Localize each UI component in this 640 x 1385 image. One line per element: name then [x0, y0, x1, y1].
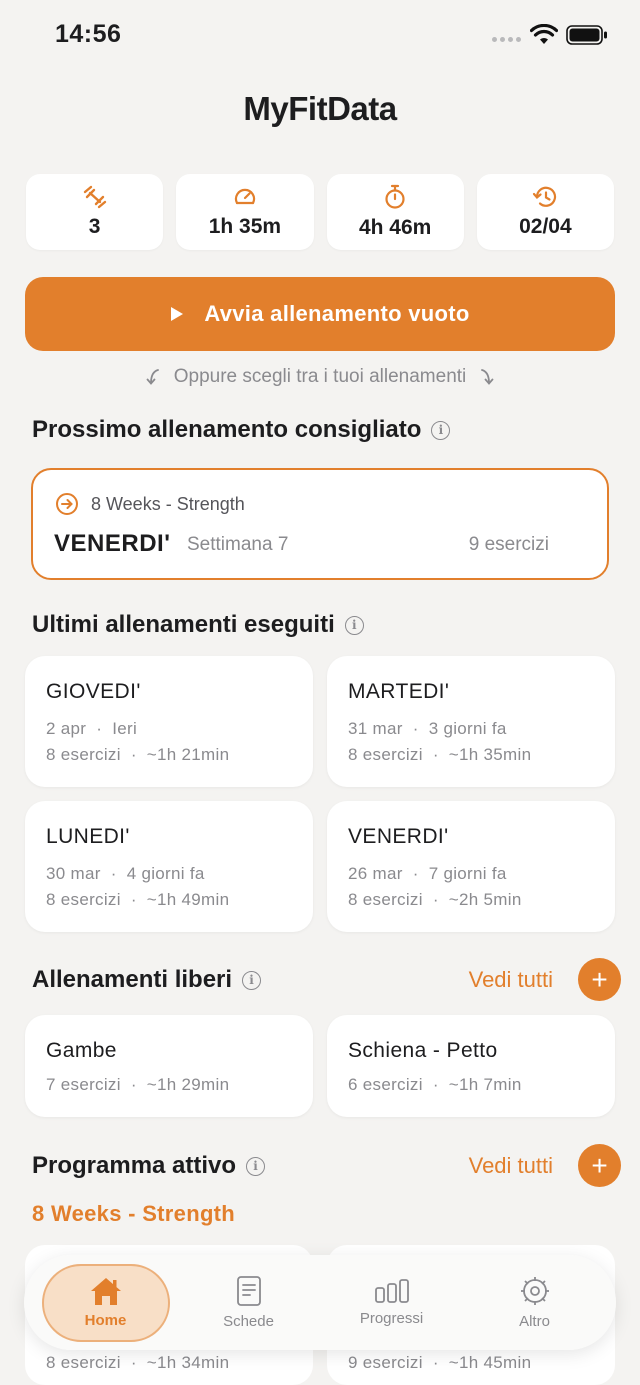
recent-workout-card[interactable]: LUNEDI' 30 mar · 4 giorni fa 8 esercizi · ~1… [25, 801, 313, 932]
document-icon [236, 1276, 261, 1306]
next-workout-program: 8 Weeks - Strength [55, 492, 245, 516]
next-workout-day: VENERDI' [54, 530, 171, 557]
workout-date-line: 30 mar · 4 giorni fa [46, 864, 205, 883]
workout-title: LUNEDI' [46, 825, 130, 848]
workout-date-line: 26 mar · 7 giorni fa [348, 864, 507, 883]
stat-value: 1h 35m [208, 215, 282, 238]
free-workouts-section-title: Allenamenti liberi i [32, 966, 262, 994]
stat-total-time: 4h 46m [326, 174, 464, 250]
free-workout-card[interactable]: Schiena - Petto 6 esercizi · ~1h 7min [327, 1015, 615, 1117]
tab-label: Altro [519, 1313, 550, 1330]
stat-last-workout: 02/04 [476, 174, 614, 250]
tab-bar: Home Schede Progressi Altro [24, 1255, 616, 1350]
info-icon[interactable]: i [431, 420, 451, 440]
tab-altro[interactable]: Altro [471, 1264, 599, 1342]
stats-row: 3 1h 35m 4h 46m 02/04 [26, 174, 614, 250]
home-icon [90, 1278, 121, 1305]
history-icon [533, 186, 557, 207]
workout-meta-line: 8 esercizi · ~1h 49min [46, 890, 230, 909]
stat-workouts-count: 3 [26, 174, 164, 250]
workout-title: GIOVEDI' [46, 680, 141, 703]
choose-hint: Oppure scegli tra i tuoi allenamenti [0, 366, 640, 388]
start-empty-workout-button[interactable]: Avvia allenamento vuoto [25, 277, 615, 351]
recent-workout-card[interactable]: GIOVEDI' 2 apr · Ieri 8 esercizi · ~1h 21min [25, 656, 313, 787]
arrow-down-left-icon [146, 369, 159, 385]
workout-meta-line: 7 esercizi · ~1h 29min [46, 1075, 230, 1094]
stat-value: 02/04 [519, 215, 572, 238]
status-bar: 14:56 [0, 0, 640, 70]
active-program-name[interactable]: 8 Weeks - Strength [32, 1201, 235, 1227]
speedometer-icon [234, 188, 255, 205]
workout-meta-line: 8 esercizi · ~2h 5min [348, 890, 522, 909]
hint-text: Oppure scegli tra i tuoi allenamenti [173, 366, 467, 387]
next-workout-section-title: Prossimo allenamento consigliato i [32, 416, 451, 444]
app-title: MyFitData [243, 90, 397, 127]
play-icon [171, 307, 184, 321]
tab-label: Home [84, 1312, 127, 1329]
workout-meta-line: 8 esercizi · ~1h 35min [348, 745, 532, 764]
workout-meta-line: 8 esercizi · ~1h 34min [46, 1353, 230, 1372]
workout-date-line: 2 apr · Ieri [46, 719, 138, 738]
arrow-down-right-icon [481, 369, 494, 385]
recent-workout-card[interactable]: MARTEDI' 31 mar · 3 giorni fa 8 esercizi · ~… [327, 656, 615, 787]
workout-date-line: 31 mar · 3 giorni fa [348, 719, 507, 738]
workout-meta-line: 8 esercizi · ~1h 21min [46, 745, 230, 764]
stat-avg-duration: 1h 35m [176, 174, 314, 250]
next-workout-exercises: 9 esercizi [468, 534, 549, 555]
workout-title: VENERDI' [348, 825, 449, 848]
workout-title: Gambe [46, 1039, 117, 1062]
active-program-section-title: Programma attivo i [32, 1152, 266, 1180]
tab-label: Schede [223, 1313, 274, 1330]
free-workouts-see-all-link[interactable]: Vedi tutti [469, 967, 553, 993]
next-workout-card[interactable]: 8 Weeks - Strength VENERDI' Settimana 7 … [31, 468, 609, 580]
tab-label: Progressi [359, 1310, 424, 1327]
workout-title: MARTEDI' [348, 680, 450, 703]
active-program-see-all-link[interactable]: Vedi tutti [469, 1153, 553, 1179]
stat-value: 4h 46m [358, 216, 432, 239]
start-button-label: Avvia allenamento vuoto [204, 301, 470, 326]
tab-progressi[interactable]: Progressi [328, 1264, 456, 1342]
stat-value: 3 [88, 215, 101, 238]
gear-icon [520, 1277, 549, 1305]
dumbbell-icon [83, 185, 106, 209]
tab-home[interactable]: Home [41, 1263, 170, 1342]
arrow-circle-right-icon [56, 493, 78, 515]
info-icon[interactable]: i [344, 615, 364, 635]
bar-chart-icon [374, 1279, 409, 1303]
workout-meta-line: 9 esercizi · ~1h 45min [348, 1353, 532, 1372]
wifi-icon [530, 24, 558, 44]
add-program-button[interactable]: + [578, 1144, 621, 1187]
workout-meta-line: 6 esercizi · ~1h 7min [348, 1075, 522, 1094]
program-name: 8 Weeks - Strength [91, 493, 245, 514]
next-workout-week: Settimana 7 [187, 534, 289, 555]
battery-icon [566, 25, 607, 45]
workout-title: Schiena - Petto [348, 1039, 498, 1062]
signal-icon [492, 37, 521, 42]
add-free-workout-button[interactable]: + [578, 958, 621, 1001]
recent-workout-card[interactable]: VENERDI' 26 mar · 7 giorni fa 8 esercizi · ~… [327, 801, 615, 932]
recent-workouts-section-title: Ultimi allenamenti eseguiti i [32, 611, 364, 639]
status-time: 14:56 [55, 20, 122, 48]
stopwatch-icon [385, 184, 405, 209]
tab-schede[interactable]: Schede [185, 1264, 313, 1342]
info-icon[interactable]: i [242, 970, 262, 990]
info-icon[interactable]: i [246, 1156, 266, 1176]
free-workout-card[interactable]: Gambe 7 esercizi · ~1h 29min [25, 1015, 313, 1117]
